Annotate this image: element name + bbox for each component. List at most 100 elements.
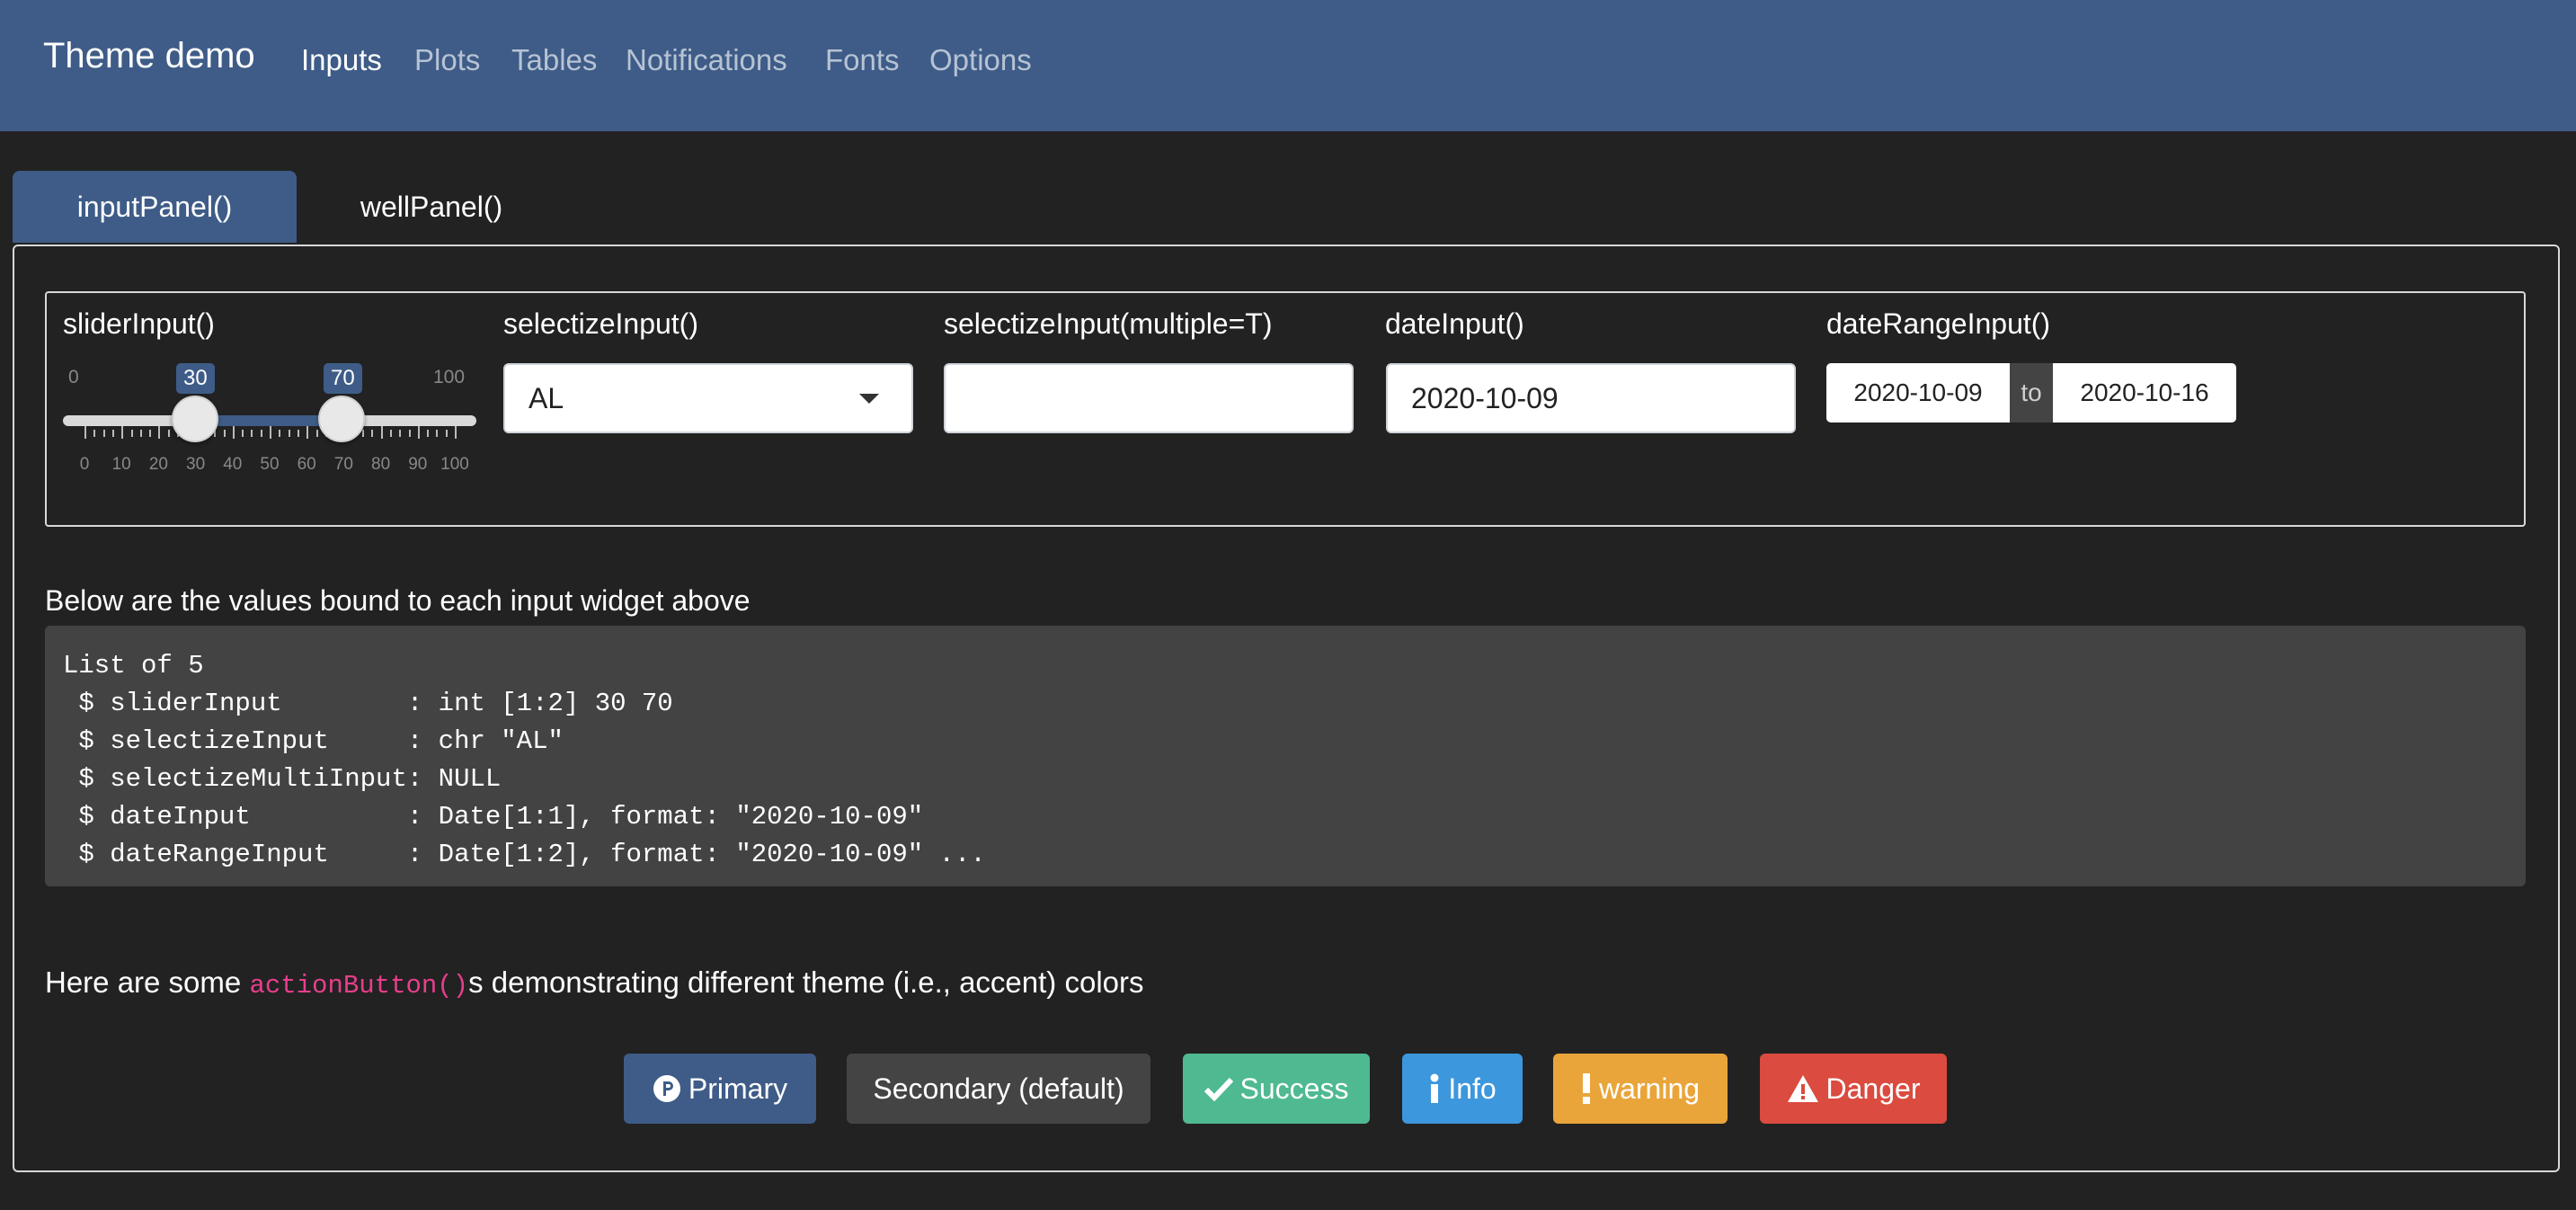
output-line: $ sliderInput : int [1:2] 30 70 <box>63 689 673 718</box>
nav-item-options[interactable]: Options <box>929 43 1032 77</box>
slider-tick <box>158 426 161 439</box>
warning-button[interactable]: warning <box>1553 1054 1728 1124</box>
slider-tick <box>93 430 96 437</box>
output-line: $ selectizeInput : chr "AL" <box>63 726 564 756</box>
date-input[interactable]: 2020-10-09 <box>1386 363 1796 433</box>
slider-tick-label: 60 <box>297 455 316 474</box>
output-caption: Below are the values bound to each input… <box>45 584 751 617</box>
slider-tick <box>121 426 124 439</box>
slider-tick <box>362 430 364 437</box>
slider-tick-label: 100 <box>440 455 469 474</box>
slider-label: sliderInput() <box>63 307 215 340</box>
buttons-caption: Here are some actionButton()s demonstrat… <box>45 965 1144 1001</box>
slider-low-handle[interactable] <box>172 396 218 442</box>
slider-tick <box>455 426 457 439</box>
slider-tick <box>380 426 383 439</box>
slider-tick <box>389 430 392 437</box>
date-range-start-input[interactable]: 2020-10-09 <box>1826 363 2010 423</box>
secondary-button-label: Secondary (default) <box>873 1072 1124 1105</box>
caret-down-icon[interactable] <box>859 394 879 404</box>
primary-button[interactable]: Primary <box>624 1054 816 1124</box>
verbatim-output: List of 5 $ sliderInput : int [1:2] 30 7… <box>45 626 2526 886</box>
slider-min-label: 0 <box>68 367 79 387</box>
slider-tick <box>436 430 439 437</box>
nav-item-notifications[interactable]: Notifications <box>626 43 787 77</box>
info-button[interactable]: Info <box>1402 1054 1523 1124</box>
slider-max-label: 100 <box>433 367 466 387</box>
slider-tick <box>288 430 290 437</box>
product-hunt-icon <box>653 1074 681 1103</box>
slider-tick <box>84 426 86 439</box>
slider-tick-label: 10 <box>111 455 131 474</box>
output-line: $ selectizeMultiInput: NULL <box>63 764 502 794</box>
slider-tick <box>102 430 105 437</box>
slider-high-handle[interactable] <box>318 396 365 442</box>
date-range-separator: to <box>2010 363 2053 423</box>
selectize-label: selectizeInput() <box>503 307 698 340</box>
slider-tick-label: 30 <box>186 455 206 474</box>
info-icon <box>1428 1073 1441 1104</box>
danger-button[interactable]: Danger <box>1760 1054 1947 1124</box>
slider-tick <box>270 426 271 439</box>
slider-tick <box>232 426 235 439</box>
selectize-multi-input[interactable] <box>944 363 1354 433</box>
nav-item-tables[interactable]: Tables <box>511 43 597 77</box>
slider-tick <box>371 430 374 437</box>
output-line: $ dateRangeInput : Date[1:2], format: "2… <box>63 840 986 869</box>
slider-tick-label: 70 <box>333 455 353 474</box>
buttons-caption-after: s demonstrating different theme (i.e., a… <box>468 965 1144 999</box>
slider-low-value-badge: 30 <box>176 363 215 394</box>
slider-tick <box>223 430 226 437</box>
slider-tick <box>279 430 281 437</box>
secondary-button[interactable]: Secondary (default) <box>847 1054 1150 1124</box>
success-button-label: Success <box>1239 1072 1349 1105</box>
navbar-brand[interactable]: Theme demo <box>43 36 255 76</box>
success-button[interactable]: Success <box>1183 1054 1370 1124</box>
slider-tick <box>399 430 402 437</box>
warning-button-label: warning <box>1598 1072 1701 1105</box>
selectize-input[interactable]: AL <box>503 363 913 433</box>
primary-button-label: Primary <box>688 1072 788 1105</box>
buttons-caption-before: Here are some <box>45 965 250 999</box>
date-range-label: dateRangeInput() <box>1826 307 2051 340</box>
slider-tick <box>130 430 133 437</box>
selectize-value: AL <box>529 381 564 414</box>
slider-tick <box>417 426 420 439</box>
slider-tick <box>408 430 411 437</box>
date-input-label: dateInput() <box>1385 307 1524 340</box>
nav-item-inputs[interactable]: Inputs <box>301 43 382 77</box>
info-button-label: Info <box>1448 1072 1497 1105</box>
nav-item-fonts[interactable]: Fonts <box>825 43 900 77</box>
slider-tick-label: 80 <box>371 455 391 474</box>
exclamation-icon <box>1581 1073 1592 1104</box>
slider-tick <box>297 430 299 437</box>
slider-tick <box>427 430 430 437</box>
nav-item-plots[interactable]: Plots <box>414 43 480 77</box>
tab-input-panel[interactable]: inputPanel() <box>13 171 297 243</box>
tab-well-panel[interactable]: wellPanel() <box>324 171 539 243</box>
slider-tick <box>260 430 262 437</box>
slider-tick-label: 40 <box>223 455 243 474</box>
slider-tick-label: 20 <box>148 455 168 474</box>
date-range-end-input[interactable]: 2020-10-16 <box>2053 363 2236 423</box>
slider-tick <box>111 430 114 437</box>
slider-tick-label: 90 <box>408 455 428 474</box>
slider-tick <box>139 430 142 437</box>
slider-tick <box>242 430 244 437</box>
slider-tick <box>315 430 318 437</box>
navbar: Theme demo Inputs Plots Tables Notificat… <box>0 0 2576 131</box>
slider-tick <box>306 426 309 439</box>
slider-high-value-badge: 70 <box>324 363 362 394</box>
date-input-value: 2020-10-09 <box>1411 381 1559 414</box>
slider-tick-label: 50 <box>260 455 280 474</box>
slider-tick <box>445 430 448 437</box>
danger-button-label: Danger <box>1825 1072 1921 1105</box>
slider-tick <box>167 430 170 437</box>
slider-tick <box>251 430 253 437</box>
output-line: $ dateInput : Date[1:1], format: "2020-1… <box>63 802 924 832</box>
output-line: List of 5 <box>63 651 204 681</box>
slider-tick <box>149 430 152 437</box>
warning-triangle-icon <box>1787 1074 1819 1103</box>
slider-tick-label: 0 <box>79 455 90 474</box>
buttons-caption-code: actionButton() <box>249 971 469 1001</box>
